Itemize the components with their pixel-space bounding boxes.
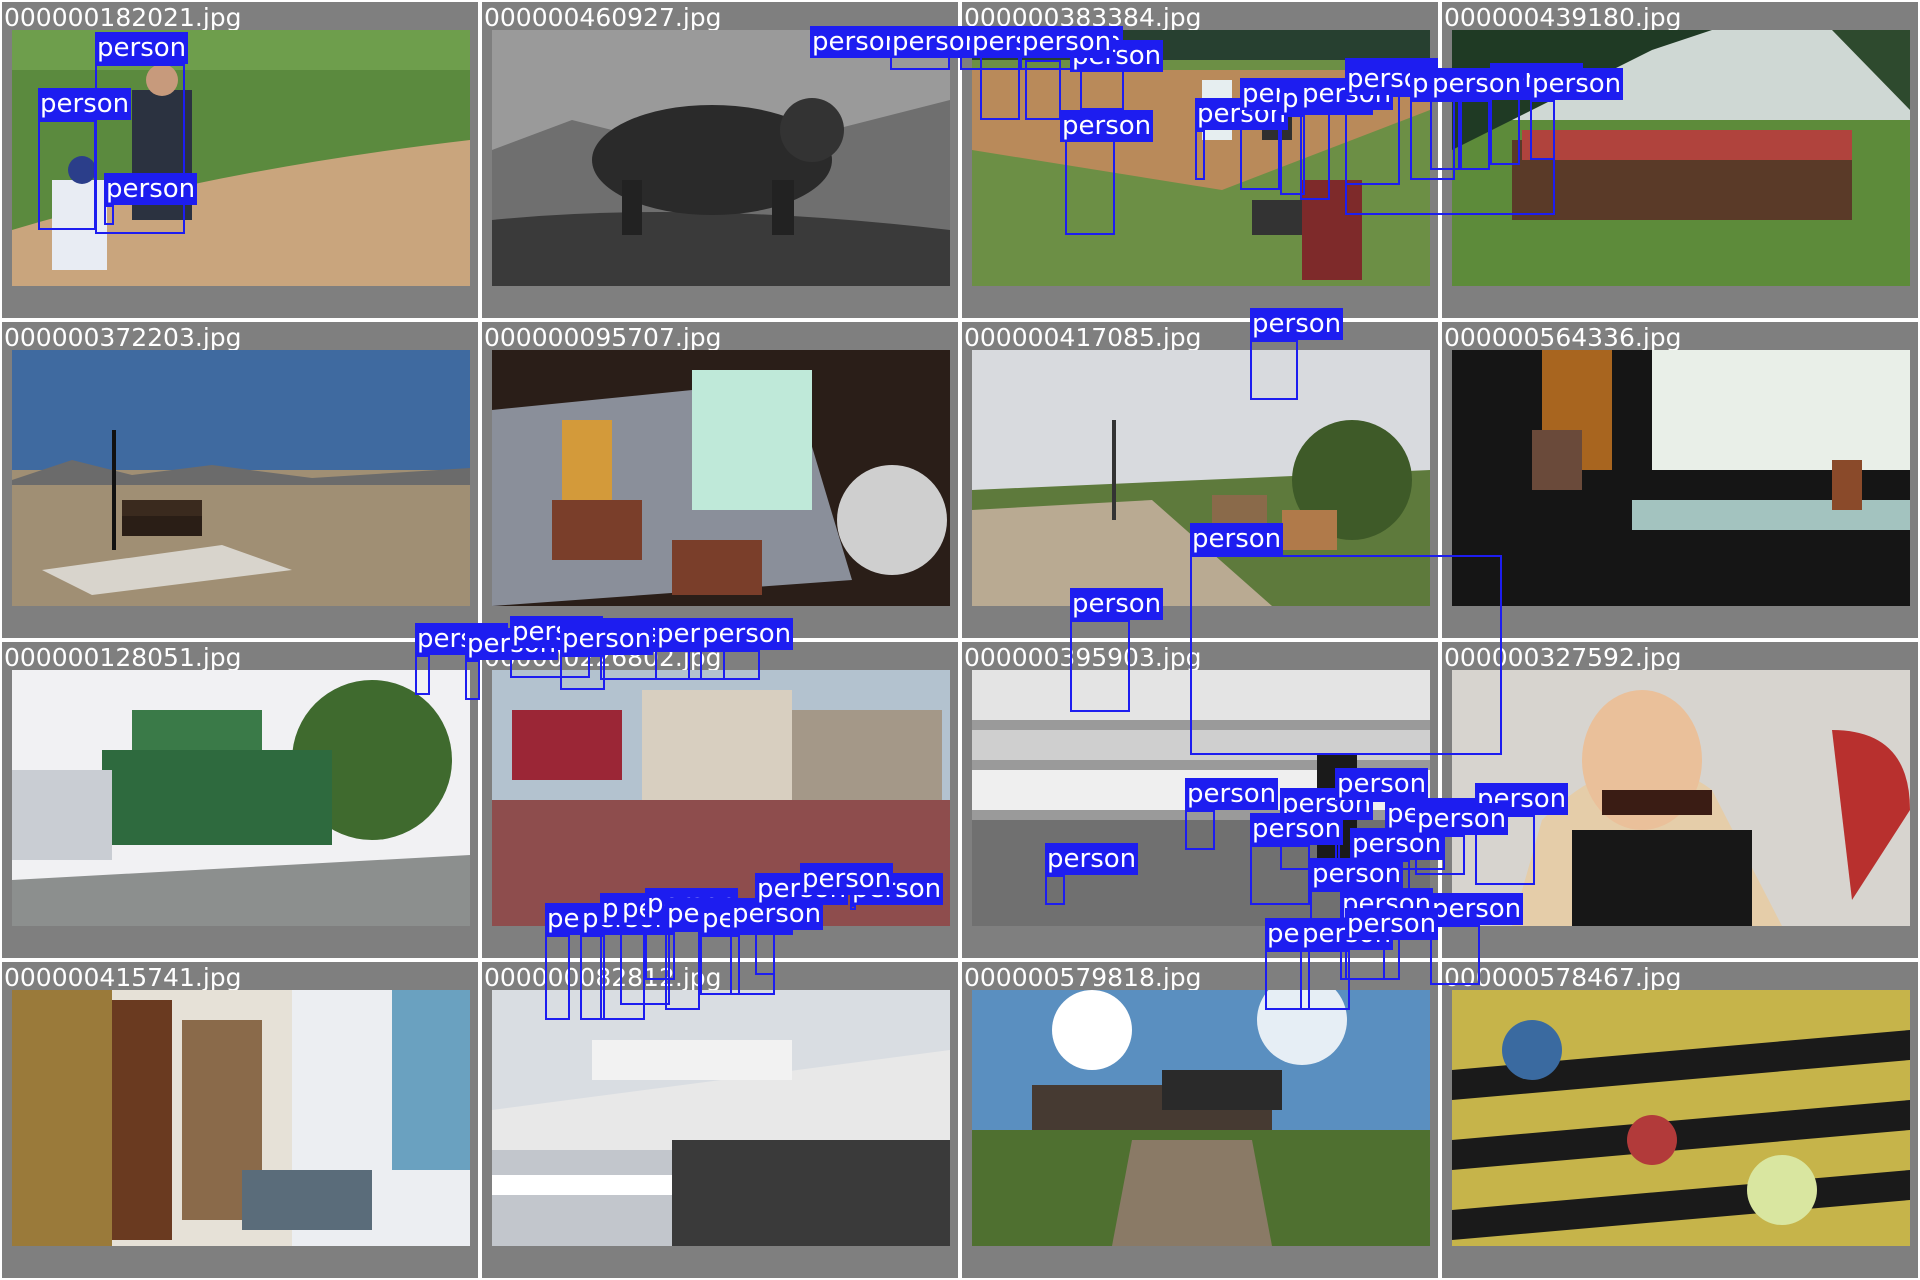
bounding-box-label: person (38, 88, 132, 120)
image-tile[interactable]: 000000579818.jpg (962, 962, 1438, 1278)
bounding-box-label: person (560, 623, 654, 655)
bounding-box (104, 205, 114, 225)
bounding-box-label: person (700, 618, 794, 650)
image-tile[interactable]: 000000578467.jpg (1442, 962, 1918, 1278)
bounding-box (1195, 130, 1205, 180)
tile-photo (492, 30, 950, 286)
bounding-box (1300, 110, 1330, 200)
bounding-box-label: person (1310, 858, 1404, 890)
bounding-box (665, 930, 700, 1010)
tile-photo (492, 350, 950, 606)
tile-filename: 000000417085.jpg (964, 323, 1202, 352)
bounding-box-label: person (95, 32, 189, 64)
tile-photo (12, 670, 470, 926)
bounding-box-label: person (1060, 110, 1154, 142)
tile-filename: 000000415741.jpg (4, 963, 242, 992)
tile-photo (972, 990, 1430, 1246)
bounding-box-label: person (800, 863, 894, 895)
bounding-box (415, 655, 430, 695)
bounding-box (1250, 340, 1298, 400)
image-tile[interactable]: 000000564336.jpg (1442, 322, 1918, 638)
bounding-box (1530, 100, 1555, 160)
tile-filename: 000000372203.jpg (4, 323, 242, 352)
image-tile[interactable]: 000000095707.jpg (482, 322, 958, 638)
bounding-box-label: person (104, 173, 198, 205)
bounding-box (1460, 100, 1490, 170)
bounding-box (465, 660, 480, 700)
bounding-box (1070, 620, 1130, 712)
tile-filename: 000000460927.jpg (484, 3, 722, 32)
tile-photo (1452, 990, 1910, 1246)
tile-photo (492, 990, 950, 1246)
bounding-box (1490, 95, 1520, 165)
bounding-box (545, 935, 570, 1020)
tile-filename: 000000095707.jpg (484, 323, 722, 352)
bounding-box (1250, 845, 1310, 905)
detection-results-grid: 000000182021.jpg 000000460927.jpg 000000… (0, 0, 1920, 1280)
bounding-box-label: person (1070, 588, 1164, 620)
bounding-box (1190, 555, 1502, 755)
bounding-box (1045, 875, 1065, 905)
tile-photo (12, 990, 470, 1246)
bounding-box-label: person (1345, 908, 1439, 940)
bounding-box (560, 655, 605, 690)
tile-filename: 000000182021.jpg (4, 3, 242, 32)
image-tile[interactable]: 000000415741.jpg (2, 962, 478, 1278)
tile-filename: 000000439180.jpg (1444, 3, 1682, 32)
bounding-box (850, 905, 856, 910)
bounding-box-label: person (1415, 803, 1509, 835)
tile-filename: 000000564336.jpg (1444, 323, 1682, 352)
bounding-box (1300, 950, 1350, 1010)
bounding-box-label: person (1250, 813, 1344, 845)
bounding-box-label: person (1185, 778, 1279, 810)
bounding-box-label: person (1530, 68, 1624, 100)
tile-filename: 000000128051.jpg (4, 643, 242, 672)
tile-filename: 000000579818.jpg (964, 963, 1202, 992)
bounding-box (1430, 100, 1460, 170)
bounding-box-label: person (1430, 68, 1524, 100)
bounding-box-label: person (1250, 308, 1344, 340)
bounding-box-label: person (1045, 843, 1139, 875)
bounding-box-label: person (1430, 893, 1524, 925)
bounding-box-label: person (1020, 26, 1114, 58)
bounding-box (700, 650, 760, 680)
tile-photo (1452, 350, 1910, 606)
bounding-box (38, 120, 96, 230)
bounding-box (1185, 810, 1215, 850)
image-tile[interactable]: 000000372203.jpg (2, 322, 478, 638)
bounding-box (1065, 140, 1115, 235)
bounding-box-label: person (1335, 768, 1429, 800)
tile-photo (12, 350, 470, 606)
image-tile[interactable]: 000000128051.jpg (2, 642, 478, 958)
bounding-box-label: person (1190, 523, 1284, 555)
